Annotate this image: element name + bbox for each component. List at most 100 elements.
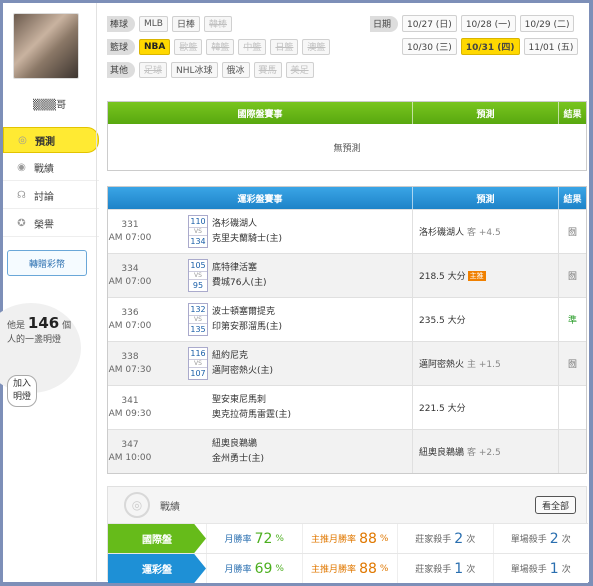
- prediction-cell: 洛杉磯湖人客 +4.5: [413, 210, 559, 253]
- home-team[interactable]: 費城76人(主): [212, 276, 266, 291]
- sidebar-item-honor[interactable]: ✪ 榮譽: [3, 211, 99, 237]
- prediction-value: 221.5 大分: [419, 404, 466, 414]
- filter-chip[interactable]: 韓籃: [206, 38, 235, 55]
- vs-label: VS: [189, 271, 207, 280]
- game-number: 336: [121, 307, 139, 318]
- date-chip[interactable]: 10/28 (一): [460, 15, 516, 32]
- date-chip[interactable]: 11/01 (五): [523, 38, 579, 55]
- filter-chip[interactable]: 中籃: [238, 38, 267, 55]
- home-team[interactable]: 奧克拉荷馬雷霆(主): [212, 408, 291, 423]
- filter-chip[interactable]: 澳籃: [302, 38, 331, 55]
- matchup: 聖安東尼馬刺 奧克拉荷馬雷霆(主): [188, 386, 413, 429]
- game-time: AM 10:00: [108, 452, 152, 463]
- away-team[interactable]: 紐奧良鵜鶘: [212, 437, 264, 452]
- home-score: 95: [192, 281, 204, 290]
- lottery-predictions-table: 運彩盤賽事 預測 結果 331 AM 07:00 110 VS 134 洛杉磯湖人 克里夫蘭…: [107, 186, 587, 474]
- filter-chip[interactable]: 日籃: [270, 38, 299, 55]
- result-icon[interactable]: 囫: [568, 269, 577, 282]
- table-header: 運彩盤賽事 預測 結果: [108, 187, 586, 209]
- home-team[interactable]: 克里夫蘭騎士(主): [212, 232, 282, 247]
- sidebar-item-record[interactable]: ◉ 戰績: [3, 155, 99, 181]
- game-time: AM 07:30: [108, 364, 152, 375]
- away-score: 110: [190, 217, 206, 226]
- date-chip[interactable]: 10/31 (四): [460, 38, 520, 55]
- score-box: 105 VS 95: [188, 259, 208, 292]
- stats-cell: 月勝率 69%: [206, 554, 302, 583]
- prediction-value: 218.5 大分: [419, 272, 466, 282]
- single-killer-count: 2: [549, 530, 559, 547]
- game-time-cell: 334 AM 07:00: [108, 254, 152, 297]
- away-team[interactable]: 聖安東尼馬刺: [212, 393, 291, 408]
- stats-cell: 月勝率 72%: [206, 524, 302, 553]
- stats-header: ◎ 戰績: [108, 487, 586, 523]
- score-box: 132 VS 135: [188, 303, 208, 336]
- stats-cell: 單場殺手 2 次: [492, 524, 589, 553]
- gift-coins-button[interactable]: 轉贈彩幣: [7, 250, 87, 276]
- empty-message: 無預測: [333, 143, 361, 154]
- date-chip[interactable]: 10/27 (日): [402, 15, 457, 32]
- team-names: 聖安東尼馬刺 奧克拉荷馬雷霆(主): [212, 393, 291, 423]
- sidebar-item-label: 榮譽: [34, 220, 54, 231]
- prediction-handicap: 客 +4.5: [467, 228, 501, 238]
- game-number: 347: [121, 439, 139, 450]
- vs-label: VS: [189, 359, 207, 368]
- result-icon[interactable]: 囫: [568, 357, 577, 370]
- filter-chip[interactable]: 歐籃: [174, 38, 203, 55]
- home-team[interactable]: 金州勇士(主): [212, 452, 264, 467]
- away-team[interactable]: 波士頓塞爾提克: [212, 305, 282, 320]
- filter-chip[interactable]: 韓棒: [203, 15, 232, 32]
- date-chip[interactable]: 10/30 (三): [402, 38, 457, 55]
- game-time: AM 09:30: [108, 408, 152, 419]
- prediction-cell: 紐奧良鵜鶘客 +2.5: [413, 430, 559, 473]
- stats-row: 運彩盤 月勝率 69% 主推月勝率 88% 莊家殺手 1 次單場殺手 1 次: [108, 553, 588, 583]
- main-pick-rate-value: 88: [359, 530, 377, 547]
- result-cell: 囫: [559, 254, 586, 297]
- chat-icon: ☊: [17, 190, 26, 201]
- away-score: 105: [190, 261, 206, 270]
- matchup: 116 VS 107 紐約尼克 邁阿密熱火(主): [188, 342, 413, 385]
- away-team[interactable]: 紐約尼克: [212, 349, 273, 364]
- stats-row: 國際盤 月勝率 72% 主推月勝率 88% 莊家殺手 2 次單場殺手 2 次: [108, 523, 588, 553]
- prediction-value: 邁阿密熱火: [419, 360, 465, 370]
- filter-chip[interactable]: 俄冰: [221, 61, 250, 78]
- game-number: 334: [121, 263, 139, 274]
- result-hit[interactable]: 準: [568, 313, 577, 326]
- filter-chip[interactable]: 賽馬: [253, 61, 282, 78]
- home-team[interactable]: 邁阿密熱火(主): [212, 364, 273, 379]
- sidebar-item-predict[interactable]: ◎ 預測: [3, 127, 99, 153]
- target-icon: ◎: [18, 134, 27, 146]
- view-all-button[interactable]: 看全部: [534, 496, 576, 514]
- game-time-cell: 331 AM 07:00: [108, 210, 152, 253]
- join-follow-button[interactable]: 加入 明燈: [7, 375, 37, 407]
- filter-chip[interactable]: 足球: [139, 61, 168, 78]
- game-time: AM 07:00: [108, 232, 152, 243]
- result-icon[interactable]: 囫: [568, 225, 577, 238]
- date-tag: 日期: [370, 15, 398, 32]
- filter-chip[interactable]: MLB: [139, 15, 168, 32]
- game-number: 338: [121, 351, 139, 362]
- col-prediction: 預測: [413, 102, 559, 124]
- sidebar-item-discuss[interactable]: ☊ 討論: [3, 183, 99, 209]
- filter-chip[interactable]: NBA: [139, 38, 171, 55]
- filter-chip[interactable]: NHL冰球: [171, 61, 218, 78]
- main-pick-rate-label: 主推月勝率: [311, 565, 357, 575]
- matchup: 110 VS 134 洛杉磯湖人 克里夫蘭騎士(主): [188, 210, 413, 253]
- game-time-cell: 336 AM 07:00: [108, 298, 152, 341]
- filter-chip[interactable]: 日棒: [171, 15, 200, 32]
- stats-cell: 莊家殺手 2 次: [397, 524, 493, 553]
- home-team[interactable]: 印第安那溜馬(主): [212, 320, 282, 335]
- game-time: AM 07:00: [108, 276, 152, 287]
- record-icon: ◉: [17, 162, 26, 173]
- follower-count: 146: [27, 314, 60, 332]
- game-time-cell: 338 AM 07:30: [108, 342, 152, 385]
- date-chip[interactable]: 10/29 (二): [519, 15, 575, 32]
- table-row: 334 AM 07:00 105 VS 95 底特律活塞 費城76人(主) 218.5 大分主…: [108, 253, 586, 297]
- avatar[interactable]: [13, 13, 79, 79]
- filter-chip[interactable]: 美足: [285, 61, 314, 78]
- away-team[interactable]: 洛杉磯湖人: [212, 217, 282, 232]
- away-team[interactable]: 底特律活塞: [212, 261, 266, 276]
- percent-sign: %: [379, 533, 389, 544]
